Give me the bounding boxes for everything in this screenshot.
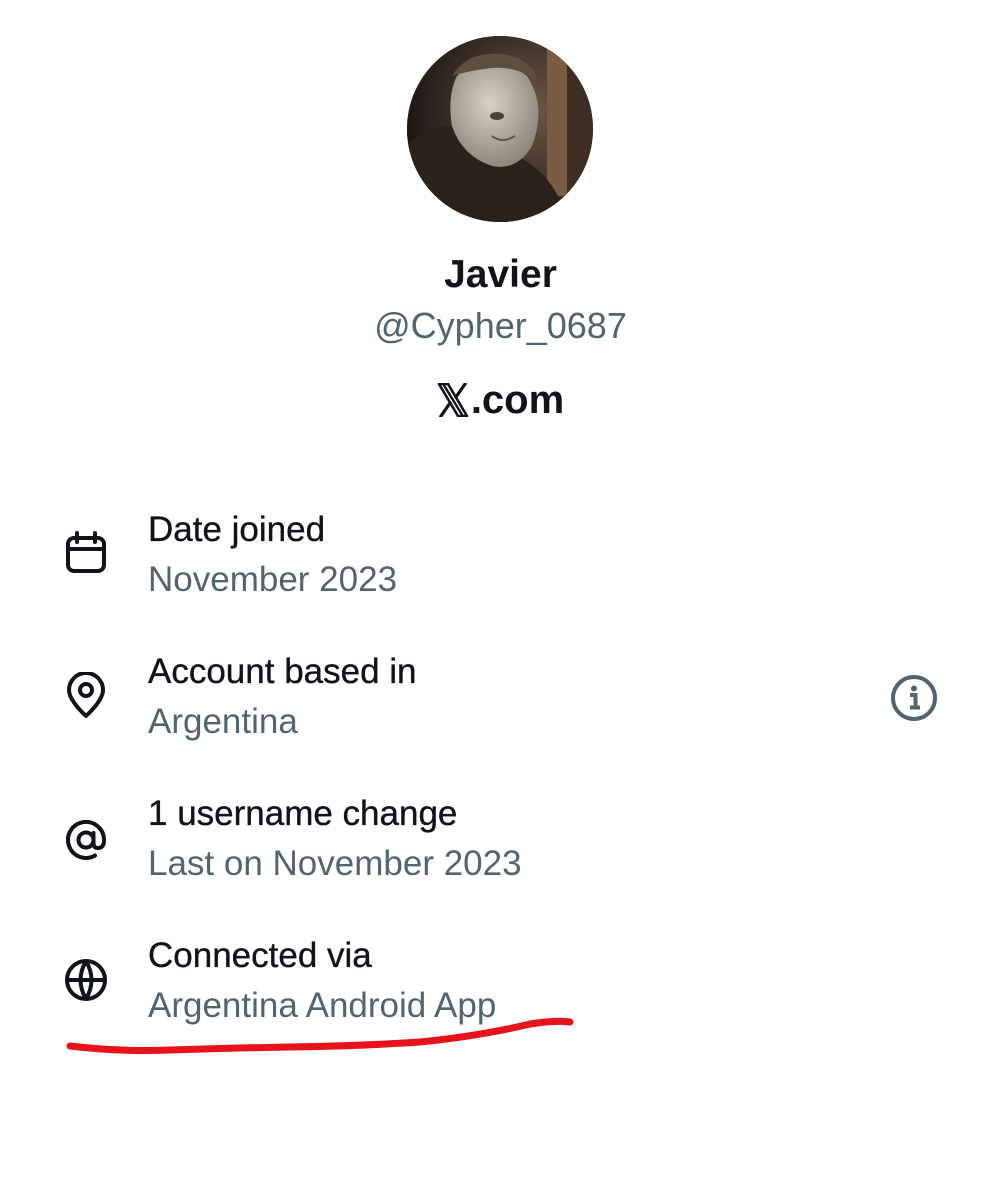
detail-title: Connected via bbox=[148, 936, 372, 975]
avatar-image bbox=[407, 36, 593, 222]
profile-avatar[interactable] bbox=[407, 36, 593, 222]
calendar-icon bbox=[62, 530, 110, 578]
user-handle: @Cypher_0687 bbox=[374, 305, 627, 346]
detail-title: Date joined bbox=[148, 510, 326, 549]
detail-value: November 2023 bbox=[148, 560, 398, 599]
detail-title: 1 username change bbox=[148, 794, 458, 833]
site-domain: .com bbox=[470, 378, 565, 422]
x-logo-icon bbox=[437, 378, 469, 419]
detail-value: Last on November 2023 bbox=[148, 844, 522, 883]
location-pin-icon bbox=[62, 672, 110, 720]
detail-row-account-based-in: Account based in Argentina bbox=[0, 650, 1001, 770]
at-sign-icon bbox=[62, 816, 110, 864]
detail-value: Argentina bbox=[148, 702, 298, 741]
detail-row-username-change: 1 username change Last on November 2023 bbox=[0, 792, 1001, 912]
display-name: Javier bbox=[444, 253, 557, 296]
detail-title: Account based in bbox=[148, 652, 417, 691]
detail-row-date-joined: Date joined November 2023 bbox=[0, 508, 1001, 628]
info-icon[interactable] bbox=[888, 672, 940, 724]
red-underline-annotation bbox=[66, 1017, 574, 1054]
globe-icon bbox=[62, 956, 110, 1004]
site-label: .com bbox=[0, 374, 1001, 426]
